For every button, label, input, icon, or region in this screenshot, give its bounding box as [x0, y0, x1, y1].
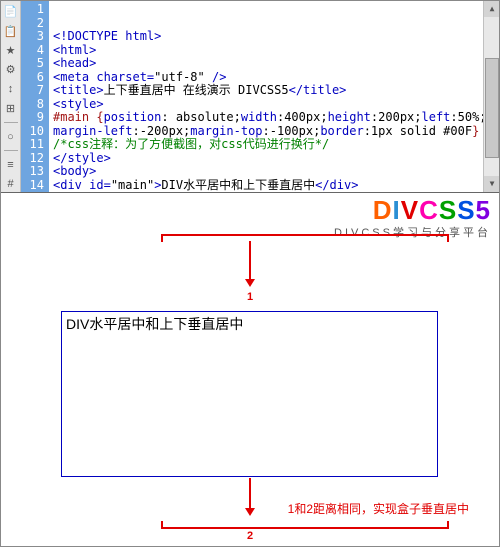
- code-area[interactable]: <!DOCTYPE html><html><head><meta charset…: [49, 1, 499, 192]
- toolbar-separator: [4, 150, 18, 151]
- code-line[interactable]: <title>上下垂直居中 在线演示 DIVCSS5</title>: [53, 84, 495, 98]
- preview-pane: DIVCSS5 DIVCSS学习与分享平台 1 DIV水平居中和上下垂直居中 2…: [1, 193, 499, 547]
- centered-div-box: DIV水平居中和上下垂直居中: [61, 311, 438, 477]
- tool-hash-icon[interactable]: #: [3, 177, 19, 192]
- tool-copy-icon[interactable]: 📋: [3, 23, 19, 38]
- tool-circle-icon[interactable]: ○: [3, 129, 19, 144]
- line-number-gutter: 1234567891011121314: [21, 1, 49, 192]
- distance-label-1: 1: [247, 291, 253, 303]
- code-line[interactable]: <!DOCTYPE html>: [53, 30, 495, 44]
- distance-label-2: 2: [247, 530, 253, 542]
- arrow-down-2-icon: [245, 478, 255, 516]
- scroll-thumb[interactable]: [485, 58, 499, 158]
- top-bracket: [161, 234, 449, 242]
- demo-area: 1 DIV水平居中和上下垂直居中 2 1和2距离相同，实现盒子垂直居中: [1, 231, 499, 547]
- code-line[interactable]: /*css注释：为了方便截图，对css代码进行换行*/: [53, 138, 495, 152]
- code-line[interactable]: #main {position: absolute;width:400px;he…: [53, 111, 495, 125]
- tool-gear-icon[interactable]: ⚙: [3, 62, 19, 77]
- tool-grid-icon[interactable]: ⊞: [3, 101, 19, 116]
- app-window: 📄 📋 ★ ⚙ ↕ ⊞ ○ ≡ # 1234567891011121314 <!…: [0, 0, 500, 547]
- vertical-scrollbar[interactable]: ▲ ▼: [483, 1, 499, 192]
- arrow-down-1-icon: [245, 241, 255, 287]
- logo-text: DIVCSS5: [334, 195, 491, 226]
- scroll-up-icon[interactable]: ▲: [484, 1, 499, 17]
- tool-new-icon[interactable]: 📄: [3, 4, 19, 19]
- code-line[interactable]: <head>: [53, 57, 495, 71]
- code-editor-pane: 📄 📋 ★ ⚙ ↕ ⊞ ○ ≡ # 1234567891011121314 <!…: [1, 1, 499, 193]
- scroll-down-icon[interactable]: ▼: [484, 176, 499, 192]
- code-line[interactable]: <div id="main">DIV水平居中和上下垂直居中</div>: [53, 179, 495, 193]
- code-line[interactable]: <body>: [53, 165, 495, 179]
- code-line[interactable]: </style>: [53, 152, 495, 166]
- tool-star-icon[interactable]: ★: [3, 43, 19, 58]
- code-line[interactable]: margin-left:-200px;margin-top:-100px;bor…: [53, 125, 495, 139]
- annotation-note: 1和2距离相同，实现盒子垂直居中: [288, 500, 469, 517]
- tool-sort-icon[interactable]: ↕: [3, 81, 19, 96]
- tool-list-icon[interactable]: ≡: [3, 157, 19, 172]
- bottom-bracket: [161, 521, 449, 529]
- toolbar-separator: [4, 122, 18, 123]
- code-line[interactable]: <style>: [53, 98, 495, 112]
- editor-toolbar: 📄 📋 ★ ⚙ ↕ ⊞ ○ ≡ #: [1, 1, 21, 192]
- code-line[interactable]: <meta charset="utf-8" />: [53, 71, 495, 85]
- code-line[interactable]: <html>: [53, 44, 495, 58]
